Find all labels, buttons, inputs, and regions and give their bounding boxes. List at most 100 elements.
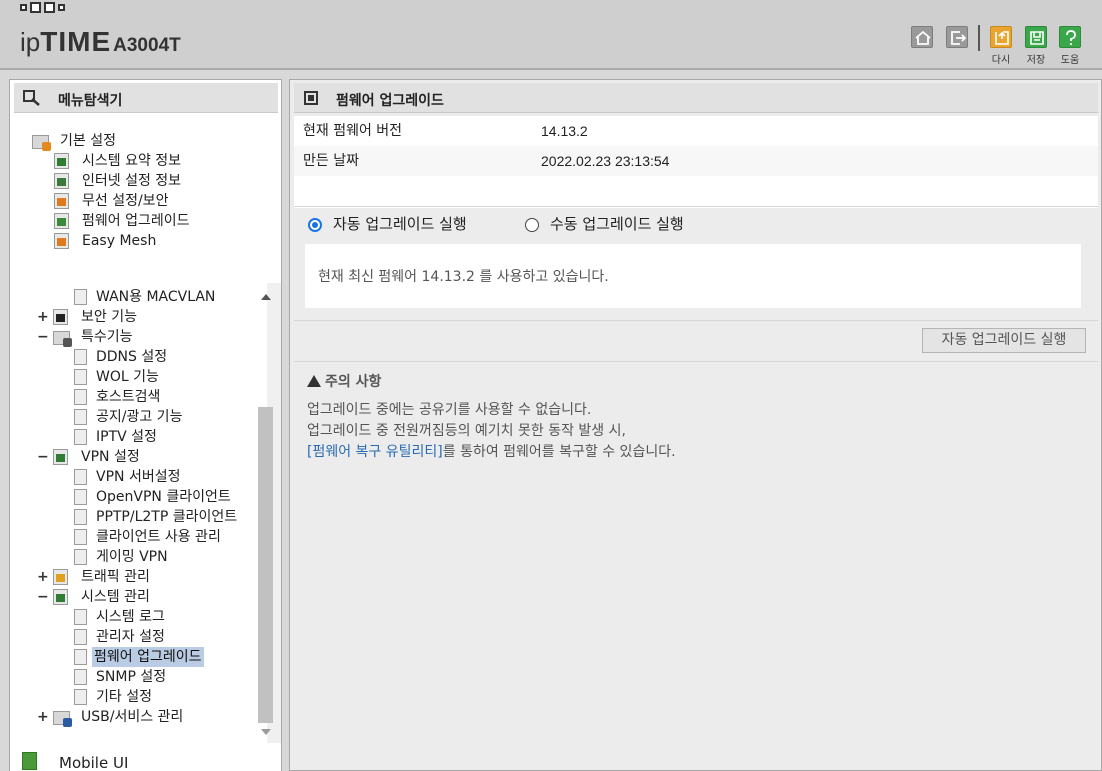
page-icon xyxy=(74,509,87,525)
page-icon xyxy=(74,429,87,445)
usb-icon xyxy=(53,711,72,727)
tree-label: VPN 서버설정 xyxy=(96,469,181,485)
logout-button[interactable] xyxy=(946,26,968,48)
tree-label: PPTP/L2TP 클라이언트 xyxy=(96,509,238,525)
notice-line-rest: 를 통하여 펌웨어를 복구할 수 있습니다. xyxy=(442,444,676,460)
sidebar-item-snmp[interactable]: SNMP 설정 xyxy=(74,667,166,687)
sidebar-scrollbar-thumb[interactable] xyxy=(258,407,273,723)
tree-label: 클라이언트 사용 관리 xyxy=(96,529,221,545)
menu-explorer-title: 메뉴탐색기 xyxy=(58,93,123,109)
auto-upgrade-label[interactable]: 자동 업그레이드 실행 xyxy=(333,213,467,235)
sidebar-item-iptv[interactable]: IPTV 설정 xyxy=(74,427,157,447)
expand-toggle[interactable]: + xyxy=(37,707,49,727)
sidebar-item-firmware-basic[interactable]: 펌웨어 업그레이드 xyxy=(54,211,190,231)
divider xyxy=(294,206,1098,207)
tree-group-traffic[interactable]: + 트래픽 관리 xyxy=(37,567,150,587)
mobile-icon xyxy=(22,752,37,770)
table-row: 만든 날짜 2022.02.23 23:13:54 xyxy=(294,146,1098,176)
tree-group-special[interactable]: − 특수기능 xyxy=(37,327,133,347)
sidebar-item-firmware-upgrade[interactable]: 펌웨어 업그레이드 xyxy=(74,647,204,667)
sidebar-item-wan-macvlan[interactable]: WAN용 MACVLAN xyxy=(74,287,215,307)
sidebar-item-vpn-server[interactable]: VPN 서버설정 xyxy=(74,467,180,487)
upgrade-icon xyxy=(54,213,69,229)
system-icon xyxy=(53,589,68,605)
notice-section: 주의 사항 업그레이드 중에는 공유기를 사용할 수 없습니다. 업그레이드 중… xyxy=(307,372,676,462)
sidebar-item-pptp-client[interactable]: PPTP/L2TP 클라이언트 xyxy=(74,507,237,527)
home-button[interactable] xyxy=(911,26,933,48)
page-icon xyxy=(74,649,87,665)
sidebar-item-internet-info[interactable]: 인터넷 설정 정보 xyxy=(54,171,181,191)
sidebar-item-ddns[interactable]: DDNS 설정 xyxy=(74,347,167,367)
divider xyxy=(294,361,1098,362)
sidebar-item-admin-settings[interactable]: 관리자 설정 xyxy=(74,627,165,647)
sidebar-item-wol[interactable]: WOL 기능 xyxy=(74,367,159,387)
collapse-toggle[interactable]: − xyxy=(37,327,49,347)
logo-ip: ip xyxy=(20,27,41,57)
tree-label: 기본 설정 xyxy=(60,133,116,149)
status-box: 현재 최신 펌웨어 14.13.2 를 사용하고 있습니다. xyxy=(305,244,1081,308)
auto-upgrade-radio[interactable] xyxy=(308,218,322,232)
page-icon xyxy=(74,369,87,385)
save-button[interactable] xyxy=(1025,26,1047,48)
scroll-down-arrow-icon[interactable] xyxy=(261,729,271,735)
tree-group-basic[interactable]: 기본 설정 xyxy=(32,131,116,151)
sidebar-item-system-log[interactable]: 시스템 로그 xyxy=(74,607,165,627)
tree-label: WOL 기능 xyxy=(96,369,159,385)
tree-label: 게이밍 VPN xyxy=(96,549,168,565)
page-icon xyxy=(74,629,87,645)
header-separator xyxy=(978,25,980,51)
recovery-utility-link[interactable]: [펌웨어 복구 유틸리티] xyxy=(307,444,443,460)
sidebar-item-gaming-vpn[interactable]: 게이밍 VPN xyxy=(74,547,168,567)
tree-label: 무선 설정/보안 xyxy=(82,193,169,209)
page-icon xyxy=(74,689,87,705)
mesh-icon xyxy=(54,233,69,249)
sidebar-item-wireless[interactable]: 무선 설정/보안 xyxy=(54,191,168,211)
help-button[interactable] xyxy=(1059,26,1081,48)
tree-group-usb[interactable]: + USB/서비스 관리 xyxy=(37,707,183,727)
sidebar-item-host-search[interactable]: 호스트검색 xyxy=(74,387,160,407)
expand-toggle[interactable]: + xyxy=(37,307,49,327)
tree-label: 트래픽 관리 xyxy=(81,569,150,585)
header-bar: ipTIME A3004T 다시 저장 도움 xyxy=(0,0,1102,70)
sidebar-item-etc-settings[interactable]: 기타 설정 xyxy=(74,687,152,707)
monitor-icon xyxy=(54,173,69,189)
menu-explorer-header: 메뉴탐색기 xyxy=(14,83,278,113)
retry-button[interactable] xyxy=(990,26,1012,48)
mobile-ui-link[interactable]: Mobile UI xyxy=(22,752,128,771)
collapse-toggle[interactable]: − xyxy=(37,587,49,607)
page-icon xyxy=(74,529,87,545)
tree-label: 펌웨어 업그레이드 xyxy=(82,213,190,229)
help-icon xyxy=(1066,30,1076,45)
status-message: 현재 최신 펌웨어 14.13.2 를 사용하고 있습니다. xyxy=(318,269,609,285)
sidebar-item-notice-ad[interactable]: 공지/광고 기능 xyxy=(74,407,182,427)
retry-label: 다시 xyxy=(991,55,1011,66)
tree-label: 관리자 설정 xyxy=(96,629,165,645)
current-version-value: 14.13.2 xyxy=(541,123,588,139)
logo-dots xyxy=(20,2,65,13)
home-icon xyxy=(915,30,931,45)
page-icon xyxy=(74,549,87,565)
manual-upgrade-label[interactable]: 수동 업그레이드 실행 xyxy=(550,213,684,235)
scroll-up-arrow-icon[interactable] xyxy=(261,294,271,300)
tree-group-security[interactable]: + 보안 기능 xyxy=(37,307,137,327)
sidebar-item-easy-mesh[interactable]: Easy Mesh xyxy=(54,231,156,251)
sidebar-item-openvpn-client[interactable]: OpenVPN 클라이언트 xyxy=(74,487,231,507)
collapse-toggle[interactable]: − xyxy=(37,447,49,467)
logo-time: TIME xyxy=(40,26,112,57)
tree-group-vpn[interactable]: − VPN 설정 xyxy=(37,447,140,467)
expand-toggle[interactable]: + xyxy=(37,567,49,587)
tree-label: 보안 기능 xyxy=(81,309,137,325)
vpn-icon xyxy=(53,449,68,465)
save-icon xyxy=(1030,31,1044,45)
sidebar-item-client-usage[interactable]: 클라이언트 사용 관리 xyxy=(74,527,221,547)
page-icon xyxy=(74,349,87,365)
page-title-icon xyxy=(304,91,318,105)
divider xyxy=(294,320,1098,321)
table-spacer xyxy=(294,176,1098,208)
manual-upgrade-radio[interactable] xyxy=(525,218,539,232)
run-auto-upgrade-button[interactable]: 자동 업그레이드 실행 xyxy=(922,328,1086,353)
sidebar-item-system-summary[interactable]: 시스템 요약 정보 xyxy=(54,151,181,171)
tree-label: Easy Mesh xyxy=(82,233,157,249)
tree-group-system[interactable]: − 시스템 관리 xyxy=(37,587,150,607)
page-icon xyxy=(74,289,87,305)
